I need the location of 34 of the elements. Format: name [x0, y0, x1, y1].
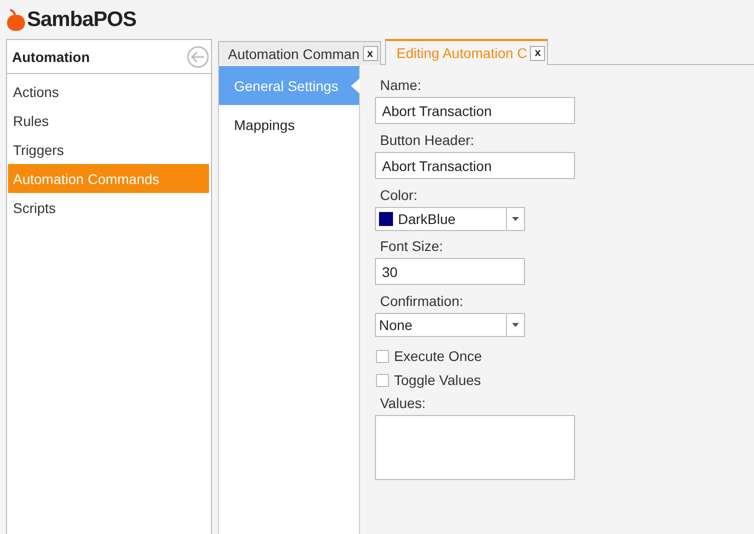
field-label: Font Size: [380, 238, 444, 254]
logo-icon [6, 8, 26, 32]
tab[interactable]: Automation Comman x [218, 41, 381, 65]
checkbox-box[interactable] [376, 350, 389, 362]
field-label: Values: [380, 395, 427, 411]
section-item[interactable]: Mappings [219, 105, 359, 144]
text-area[interactable] [375, 415, 575, 480]
tab-label: Automation Comman [228, 46, 360, 62]
sidebar-item[interactable]: Rules [8, 106, 209, 135]
field-label: Confirmation: [380, 293, 464, 309]
dropdown[interactable]: None [375, 313, 525, 337]
field-label: Button Header: [380, 132, 476, 148]
text-field[interactable]: 30 [375, 258, 525, 285]
field-label: Name: [380, 77, 422, 93]
text-field[interactable]: Abort Transaction [375, 152, 575, 179]
sidebar-item[interactable]: Scripts [8, 193, 209, 222]
caret-icon [512, 323, 519, 327]
field-label: Color: [380, 187, 418, 203]
checkbox-label: Toggle Values [394, 372, 481, 388]
checkbox-box[interactable] [376, 374, 389, 386]
sidebar-item[interactable]: Actions [8, 77, 209, 106]
close-button[interactable]: x [362, 46, 378, 61]
tab-label: Editing Automation C [396, 45, 528, 61]
checkbox-label: Execute Once [394, 348, 482, 364]
checkbox[interactable]: Execute Once [376, 344, 575, 368]
dropdown[interactable]: DarkBlue [375, 207, 525, 231]
caret-icon [512, 217, 519, 221]
checkbox[interactable]: Toggle Values [376, 368, 575, 392]
text-field[interactable]: Abort Transaction [375, 97, 575, 124]
tab[interactable]: Editing Automation C x [384, 39, 548, 65]
close-button[interactable]: x [530, 46, 546, 60]
sidebar-item[interactable]: Triggers [8, 135, 209, 164]
sidebar-title: Automation [12, 48, 90, 64]
logo-text: SambaPOS [27, 8, 136, 32]
